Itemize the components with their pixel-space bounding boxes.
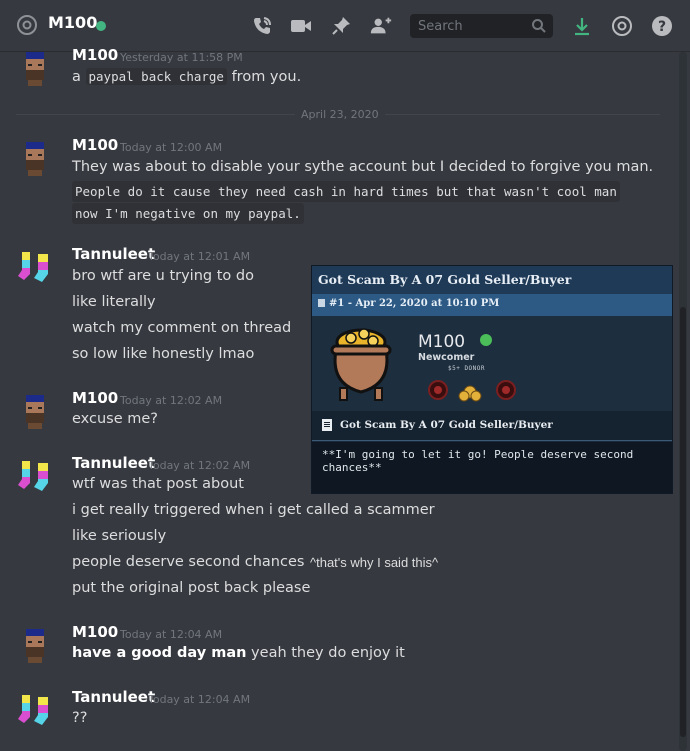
document-icon xyxy=(322,419,332,431)
search-box[interactable] xyxy=(410,14,553,38)
message-text: watch my comment on thread xyxy=(72,320,292,336)
phone-call-icon[interactable] xyxy=(250,14,274,38)
message-author[interactable]: M100 xyxy=(72,136,118,154)
donor-badge: $5+ DONOR xyxy=(448,365,486,372)
message-text: They was about to disable your sythe acc… xyxy=(72,159,654,175)
message-timestamp: Today at 12:04 AM xyxy=(120,628,223,641)
channel-header: M100 ? xyxy=(0,0,690,52)
badge-icons xyxy=(428,380,516,402)
message-timestamp: Today at 12:04 AM xyxy=(148,693,251,706)
message-author[interactable]: M100 xyxy=(72,46,118,64)
channel-title: M100 xyxy=(48,13,98,32)
avatar[interactable] xyxy=(16,138,56,178)
scrollbar-thumb[interactable] xyxy=(680,307,686,737)
add-member-icon[interactable] xyxy=(369,14,393,38)
message-text: put the original post back please xyxy=(72,580,311,596)
message-timestamp: Today at 12:02 AM xyxy=(120,394,223,407)
download-icon[interactable] xyxy=(570,14,594,38)
avatar[interactable] xyxy=(16,689,56,729)
online-status-icon xyxy=(480,334,492,346)
message-text: excuse me? xyxy=(72,411,158,427)
message-author[interactable]: Tannuleet xyxy=(72,245,155,263)
forum-post-content: **I'm going to let it go! People deserve… xyxy=(312,442,672,493)
svg-text:?: ? xyxy=(658,19,666,35)
message-text: people deserve second chances xyxy=(72,554,305,570)
message-timestamp: Today at 12:00 AM xyxy=(120,141,223,154)
forum-post-title: Got Scam By A 07 Gold Seller/Buyer xyxy=(312,411,672,441)
help-icon[interactable]: ? xyxy=(650,14,674,38)
message-text: ?? xyxy=(72,710,88,726)
document-icon xyxy=(318,299,325,307)
message-text: like seriously xyxy=(72,528,167,544)
message-code-line: People do it cause they need cash in har… xyxy=(72,181,620,202)
online-status-icon xyxy=(96,21,106,31)
message-author[interactable]: M100 xyxy=(72,389,118,407)
message-text: like literally xyxy=(72,294,156,310)
message-timestamp: Today at 12:01 AM xyxy=(148,250,251,263)
search-input[interactable] xyxy=(418,14,518,38)
message-author[interactable]: M100 xyxy=(72,623,118,641)
inline-code: paypal back charge xyxy=(85,68,227,85)
forum-user-rank: Newcomer xyxy=(418,352,475,363)
message-text: so low like honestly lmao xyxy=(72,346,255,362)
message-text: have a good day man yeah they do enjoy i… xyxy=(72,645,405,661)
annotation-text: ^that's why I said this^ xyxy=(310,555,439,570)
message-timestamp: Today at 12:02 AM xyxy=(148,459,251,472)
avatar[interactable] xyxy=(16,48,56,88)
avatar[interactable] xyxy=(16,455,56,495)
forum-post-screenshot[interactable]: Got Scam By A 07 Gold Seller/Buyer #1 - … xyxy=(311,265,673,494)
scrollbar[interactable] xyxy=(679,52,687,751)
video-call-icon[interactable] xyxy=(289,14,313,38)
message-author[interactable]: Tannuleet xyxy=(72,454,155,472)
message-text: a paypal back charge from you. xyxy=(72,68,302,85)
forum-thread-title: Got Scam By A 07 Gold Seller/Buyer xyxy=(312,266,672,294)
forum-user-card: M100 Newcomer $5+ DONOR xyxy=(312,316,672,411)
at-sign-icon xyxy=(16,14,38,36)
forum-username: M100 xyxy=(418,332,466,352)
date-divider-label: April 23, 2020 xyxy=(295,108,385,121)
avatar[interactable] xyxy=(16,625,56,665)
pin-icon[interactable] xyxy=(329,14,353,38)
mentions-icon[interactable] xyxy=(610,14,634,38)
bold-text: have a good day man xyxy=(72,645,247,661)
avatar[interactable] xyxy=(16,391,56,431)
message-timestamp: Yesterday at 11:58 PM xyxy=(120,51,243,64)
message-text: wtf was that post about xyxy=(72,476,244,492)
gold-pot-icon xyxy=(330,328,392,401)
message-text: i get really triggered when i get called… xyxy=(72,502,435,518)
message-text: bro wtf are u trying to do xyxy=(72,268,254,284)
avatar[interactable] xyxy=(16,246,56,286)
message-author[interactable]: Tannuleet xyxy=(72,688,155,706)
forum-post-header: #1 - Apr 22, 2020 at 10:10 PM xyxy=(312,294,672,316)
search-icon[interactable] xyxy=(531,18,547,34)
message-code-line: now I'm negative on my paypal. xyxy=(72,203,304,224)
